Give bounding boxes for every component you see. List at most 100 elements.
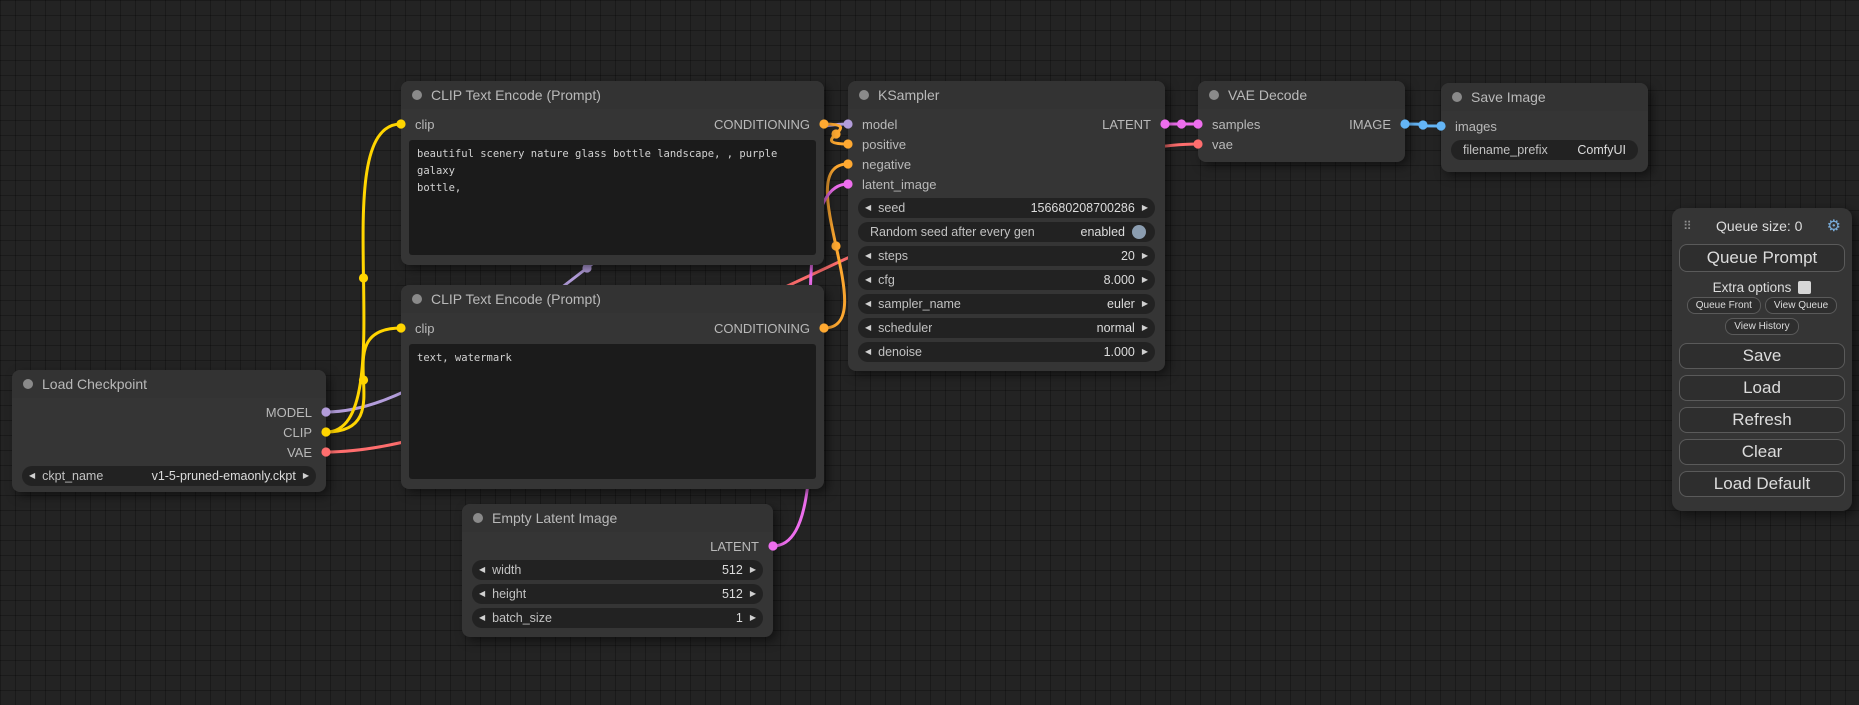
load-default-button[interactable]: Load Default — [1679, 471, 1845, 497]
samples-input-port[interactable] — [1192, 118, 1204, 130]
collapse-dot-icon[interactable] — [859, 90, 869, 100]
increment-arrow-icon[interactable]: ▶ — [750, 566, 756, 574]
widget-label: ckpt_name — [42, 469, 103, 483]
increment-arrow-icon[interactable]: ▶ — [1142, 204, 1148, 212]
input-label-latent-image: latent_image — [862, 177, 936, 192]
collapse-dot-icon[interactable] — [23, 379, 33, 389]
node-title-bar[interactable]: KSampler — [848, 81, 1165, 109]
node-empty-latent-image[interactable]: Empty Latent Image LATENT ◀ width 512 ▶ … — [462, 504, 773, 637]
prev-value-arrow-icon[interactable]: ◀ — [865, 324, 871, 332]
height-widget[interactable]: ◀ height 512 ▶ — [472, 584, 763, 604]
decrement-arrow-icon[interactable]: ◀ — [865, 276, 871, 284]
seed-control-widget[interactable]: Random seed after every gen enabled — [858, 222, 1155, 242]
widget-label: denoise — [878, 345, 922, 359]
sampler-name-widget[interactable]: ◀ sampler_name euler ▶ — [858, 294, 1155, 314]
load-button[interactable]: Load — [1679, 375, 1845, 401]
steps-widget[interactable]: ◀ steps 20 ▶ — [858, 246, 1155, 266]
conditioning-port-dot — [819, 119, 828, 128]
image-output-port[interactable] — [1399, 118, 1411, 130]
slot-row: images — [1441, 116, 1648, 136]
increment-arrow-icon[interactable]: ▶ — [1142, 348, 1148, 356]
settings-gear-icon[interactable]: ⚙ — [1827, 216, 1841, 236]
collapse-dot-icon[interactable] — [412, 294, 422, 304]
node-title: CLIP Text Encode (Prompt) — [431, 291, 601, 307]
conditioning-port-dot — [843, 139, 852, 148]
node-graph-canvas[interactable]: Load Checkpoint MODEL CLIP VAE ◀ ckpt_na… — [0, 0, 1859, 705]
queue-prompt-button[interactable]: Queue Prompt — [1679, 244, 1845, 272]
link-clip-to-positive — [326, 124, 401, 432]
node-title-bar[interactable]: Empty Latent Image — [462, 504, 773, 532]
extra-options-checkbox[interactable] — [1798, 281, 1811, 294]
latent-output-port[interactable] — [767, 540, 779, 552]
node-ksampler[interactable]: KSampler model LATENT positive negative … — [848, 81, 1165, 371]
conditioning-output-port[interactable] — [818, 322, 830, 334]
widget-label: batch_size — [492, 611, 552, 625]
decrement-arrow-icon[interactable]: ◀ — [865, 348, 871, 356]
clip-output-port[interactable] — [320, 426, 332, 438]
batch-size-widget[interactable]: ◀ batch_size 1 ▶ — [472, 608, 763, 628]
node-save-image[interactable]: Save Image images filename_prefix ComfyU… — [1441, 83, 1648, 172]
queue-front-button[interactable]: Queue Front — [1687, 297, 1761, 314]
collapse-dot-icon[interactable] — [473, 513, 483, 523]
input-label-clip: clip — [415, 117, 435, 132]
next-value-arrow-icon[interactable]: ▶ — [1142, 300, 1148, 308]
node-load-checkpoint[interactable]: Load Checkpoint MODEL CLIP VAE ◀ ckpt_na… — [12, 370, 326, 492]
node-title-bar[interactable]: CLIP Text Encode (Prompt) — [401, 81, 824, 109]
menu-header: ⠿ Queue size: 0 ⚙ — [1678, 216, 1846, 242]
negative-input-port[interactable] — [842, 158, 854, 170]
node-clip-text-encode-negative[interactable]: CLIP Text Encode (Prompt) clip CONDITION… — [401, 285, 824, 489]
negative-prompt-textarea[interactable]: text, watermark — [409, 344, 816, 479]
prev-value-arrow-icon[interactable]: ◀ — [865, 300, 871, 308]
node-title-bar[interactable]: Load Checkpoint — [12, 370, 326, 398]
drag-handle-icon[interactable]: ⠿ — [1683, 219, 1692, 233]
filename-prefix-widget[interactable]: filename_prefix ComfyUI — [1451, 140, 1638, 160]
model-input-port[interactable] — [842, 118, 854, 130]
vae-output-port[interactable] — [320, 446, 332, 458]
width-widget[interactable]: ◀ width 512 ▶ — [472, 560, 763, 580]
ckpt-name-widget[interactable]: ◀ ckpt_name v1-5-pruned-emaonly.ckpt ▶ — [22, 466, 316, 486]
increment-arrow-icon[interactable]: ▶ — [750, 590, 756, 598]
cfg-widget[interactable]: ◀ cfg 8.000 ▶ — [858, 270, 1155, 290]
view-queue-button[interactable]: View Queue — [1765, 297, 1837, 314]
collapse-dot-icon[interactable] — [412, 90, 422, 100]
vae-input-port[interactable] — [1192, 138, 1204, 150]
output-label-clip: CLIP — [283, 425, 312, 440]
decrement-arrow-icon[interactable]: ◀ — [479, 566, 485, 574]
decrement-arrow-icon[interactable]: ◀ — [865, 204, 871, 212]
widget-label: width — [492, 563, 521, 577]
increment-arrow-icon[interactable]: ▶ — [1142, 252, 1148, 260]
collapse-dot-icon[interactable] — [1209, 90, 1219, 100]
increment-arrow-icon[interactable]: ▶ — [750, 614, 756, 622]
latent-image-input-port[interactable] — [842, 178, 854, 190]
seed-widget[interactable]: ◀ seed 156680208700286 ▶ — [858, 198, 1155, 218]
model-output-port[interactable] — [320, 406, 332, 418]
scheduler-widget[interactable]: ◀ scheduler normal ▶ — [858, 318, 1155, 338]
node-title-bar[interactable]: Save Image — [1441, 83, 1648, 111]
decrement-arrow-icon[interactable]: ◀ — [479, 590, 485, 598]
denoise-widget[interactable]: ◀ denoise 1.000 ▶ — [858, 342, 1155, 362]
images-input-port[interactable] — [1435, 120, 1447, 132]
conditioning-output-port[interactable] — [818, 118, 830, 130]
refresh-button[interactable]: Refresh — [1679, 407, 1845, 433]
clip-input-port[interactable] — [395, 322, 407, 334]
positive-input-port[interactable] — [842, 138, 854, 150]
save-button[interactable]: Save — [1679, 343, 1845, 369]
next-value-arrow-icon[interactable]: ▶ — [303, 472, 309, 480]
increment-arrow-icon[interactable]: ▶ — [1142, 276, 1148, 284]
node-clip-text-encode-positive[interactable]: CLIP Text Encode (Prompt) clip CONDITION… — [401, 81, 824, 265]
view-history-button[interactable]: View History — [1725, 318, 1798, 335]
node-vae-decode[interactable]: VAE Decode samples IMAGE vae — [1198, 81, 1405, 162]
seed-control-ball-icon[interactable] — [1132, 225, 1146, 239]
decrement-arrow-icon[interactable]: ◀ — [865, 252, 871, 260]
collapse-dot-icon[interactable] — [1452, 92, 1462, 102]
queue-menu-panel[interactable]: ⠿ Queue size: 0 ⚙ Queue Prompt Extra opt… — [1672, 208, 1852, 511]
clear-button[interactable]: Clear — [1679, 439, 1845, 465]
prev-value-arrow-icon[interactable]: ◀ — [29, 472, 35, 480]
clip-input-port[interactable] — [395, 118, 407, 130]
decrement-arrow-icon[interactable]: ◀ — [479, 614, 485, 622]
latent-output-port[interactable] — [1159, 118, 1171, 130]
next-value-arrow-icon[interactable]: ▶ — [1142, 324, 1148, 332]
positive-prompt-textarea[interactable]: beautiful scenery nature glass bottle la… — [409, 140, 816, 255]
node-title-bar[interactable]: CLIP Text Encode (Prompt) — [401, 285, 824, 313]
node-title-bar[interactable]: VAE Decode — [1198, 81, 1405, 109]
